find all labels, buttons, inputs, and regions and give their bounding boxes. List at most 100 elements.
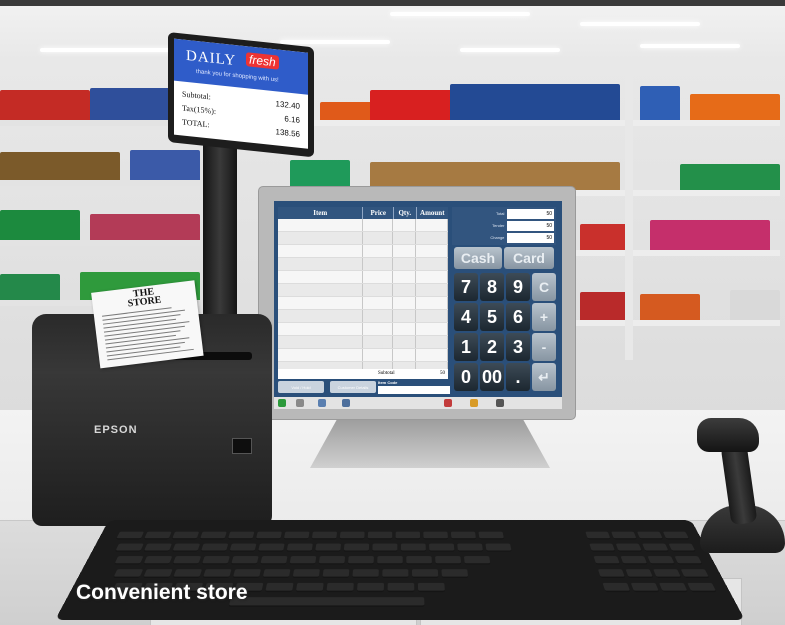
keyboard-key[interactable]	[295, 582, 324, 593]
keypad-key[interactable]: 3	[506, 333, 530, 361]
keyboard-key[interactable]	[201, 556, 230, 565]
keyboard-key[interactable]	[143, 543, 172, 552]
numpad-key[interactable]	[585, 531, 611, 540]
numpad-key[interactable]	[589, 543, 616, 552]
keyboard-key[interactable]	[115, 531, 144, 540]
keyboard-key[interactable]	[367, 531, 393, 540]
keyboard-key[interactable]	[372, 543, 398, 552]
keyboard-key[interactable]	[406, 556, 432, 565]
keyboard-key[interactable]	[286, 543, 313, 552]
keyboard-key[interactable]	[260, 556, 288, 565]
keyboard-key[interactable]	[478, 531, 505, 540]
keyboard-key[interactable]	[171, 531, 200, 540]
keyboard-key[interactable]	[441, 569, 469, 579]
keyboard-key[interactable]	[429, 543, 455, 552]
table-row[interactable]	[278, 310, 448, 323]
keyboard-key[interactable]	[227, 531, 255, 540]
keyboard-key[interactable]	[347, 556, 374, 565]
keyboard-key[interactable]	[387, 582, 415, 593]
keyboard-key[interactable]	[262, 569, 291, 579]
keyboard-key[interactable]	[356, 582, 384, 593]
void-hold-button[interactable]: Void / Hold	[278, 381, 324, 393]
barcode-scanner[interactable]	[697, 418, 759, 452]
keyboard-key[interactable]	[352, 569, 379, 579]
keyboard-key[interactable]	[202, 569, 232, 579]
power-switch[interactable]	[232, 438, 252, 454]
keyboard-key[interactable]	[450, 531, 477, 540]
keyboard-key[interactable]	[395, 531, 421, 540]
keyboard-key[interactable]	[114, 556, 144, 565]
keyboard-key[interactable]	[311, 531, 338, 540]
keyboard-key[interactable]	[172, 556, 202, 565]
keyboard-key[interactable]	[289, 556, 317, 565]
numpad-key[interactable]	[653, 569, 682, 579]
keyboard-key[interactable]	[199, 531, 227, 540]
keyboard-key[interactable]	[322, 569, 350, 579]
numpad-key[interactable]	[647, 556, 675, 565]
keypad-key[interactable]: 9	[506, 273, 530, 301]
numpad-key[interactable]	[687, 582, 717, 593]
keyboard-key[interactable]	[283, 531, 310, 540]
item-code-input[interactable]	[378, 386, 450, 394]
keyboard-key[interactable]	[200, 543, 229, 552]
keyboard-key[interactable]	[292, 569, 320, 579]
keypad-key[interactable]: 4	[454, 303, 478, 331]
table-row[interactable]	[278, 232, 448, 245]
keyboard-key[interactable]	[417, 582, 445, 593]
table-row[interactable]	[278, 271, 448, 284]
keyboard-key[interactable]	[400, 543, 426, 552]
keyboard-key[interactable]	[172, 569, 203, 579]
keyboard-key[interactable]	[257, 543, 285, 552]
keyboard-key[interactable]	[113, 569, 144, 579]
table-row[interactable]	[278, 323, 448, 336]
back-arrow-icon[interactable]	[278, 399, 286, 407]
keyboard-key[interactable]	[232, 569, 261, 579]
table-row[interactable]	[278, 349, 448, 362]
keyboard-icon[interactable]	[342, 399, 350, 407]
keypad-key[interactable]: 5	[480, 303, 504, 331]
keypad-key[interactable]: C	[532, 273, 556, 301]
numpad-key[interactable]	[597, 569, 626, 579]
keyboard-key[interactable]	[485, 543, 512, 552]
keyboard-key[interactable]	[172, 543, 201, 552]
hand-icon[interactable]	[296, 399, 304, 407]
table-row[interactable]	[278, 258, 448, 271]
keypad-key[interactable]: 6	[506, 303, 530, 331]
window-icon[interactable]	[318, 399, 326, 407]
customer-details-button[interactable]: Customer Details	[330, 381, 376, 393]
keypad-key[interactable]: 7	[454, 273, 478, 301]
keyboard-key[interactable]	[255, 531, 282, 540]
settings-icon[interactable]	[470, 399, 478, 407]
table-row[interactable]	[278, 245, 448, 258]
keypad-key[interactable]: .	[506, 363, 530, 391]
keyboard-key[interactable]	[143, 531, 172, 540]
keypad-key[interactable]: 1	[454, 333, 478, 361]
keyboard-key[interactable]	[411, 569, 439, 579]
cash-button[interactable]: Cash	[454, 247, 502, 269]
keyboard-key[interactable]	[382, 569, 409, 579]
numpad-key[interactable]	[611, 531, 637, 540]
numpad-key[interactable]	[642, 543, 669, 552]
keyboard-key[interactable]	[143, 556, 173, 565]
numpad-key[interactable]	[615, 543, 643, 552]
keyboard-key[interactable]	[265, 582, 294, 593]
keyboard-key[interactable]	[115, 543, 144, 552]
table-row[interactable]	[278, 284, 448, 297]
keypad-key[interactable]: 0	[454, 363, 478, 391]
numpad-key[interactable]	[637, 531, 664, 540]
numpad-key[interactable]	[620, 556, 648, 565]
keypad-key[interactable]: -	[532, 333, 556, 361]
keyboard-key[interactable]	[463, 556, 491, 565]
keypad-key[interactable]: 8	[480, 273, 504, 301]
space-bar[interactable]	[228, 597, 425, 607]
keyboard-key[interactable]	[315, 543, 341, 552]
keypad-key[interactable]: ↵	[532, 363, 556, 391]
numpad-key[interactable]	[680, 569, 710, 579]
table-row[interactable]	[278, 336, 448, 349]
keyboard-key[interactable]	[326, 582, 354, 593]
keyboard-key[interactable]	[423, 531, 449, 540]
keypad-key[interactable]: 00	[480, 363, 504, 391]
numpad-key[interactable]	[662, 531, 690, 540]
table-row[interactable]	[278, 219, 448, 232]
numpad-key[interactable]	[674, 556, 703, 565]
